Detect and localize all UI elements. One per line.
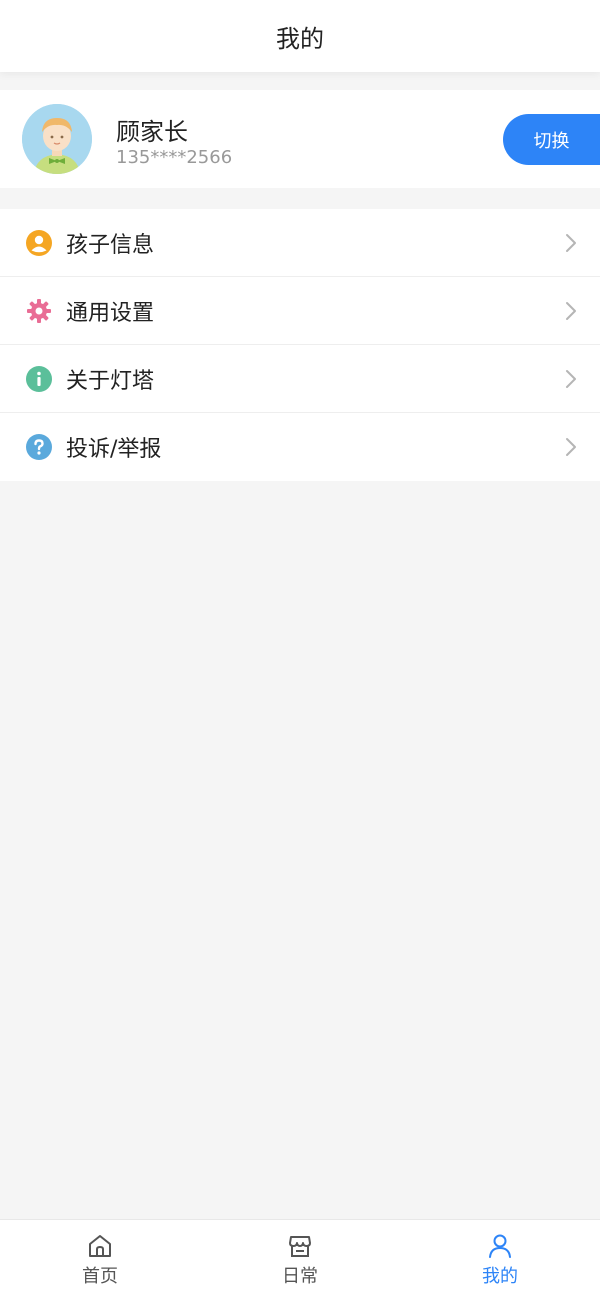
question-icon: [26, 434, 52, 460]
tab-mine[interactable]: 我的: [400, 1220, 600, 1299]
chevron-right-icon: [566, 438, 576, 456]
user-card: 顾家长 135****2566 切换: [0, 90, 600, 188]
tab-label: 日常: [282, 1265, 318, 1287]
child-avatar-icon: [22, 104, 92, 174]
user-phone: 135****2566: [116, 147, 233, 168]
page-title: 我的: [276, 24, 324, 53]
tab-daily[interactable]: 日常: [200, 1220, 400, 1299]
store-icon: [289, 1235, 311, 1257]
app-root: 我的 顾家长 135****2566 切换 孩子信息 通用设置 关于灯塔 投诉/…: [0, 0, 600, 1299]
bottom-tab-bar: 首页 日常 我的: [0, 1219, 600, 1299]
user-circle-icon: [26, 229, 52, 256]
tab-label: 我的: [482, 1265, 518, 1287]
menu-item-label: 通用设置: [66, 300, 155, 326]
settings-menu: 孩子信息 通用设置 关于灯塔 投诉/举报: [0, 209, 600, 481]
menu-item-child-info[interactable]: 孩子信息: [0, 209, 600, 277]
avatar[interactable]: [22, 104, 92, 174]
menu-item-complaint[interactable]: 投诉/举报: [0, 413, 600, 481]
tab-label: 首页: [82, 1265, 118, 1287]
gear-icon: [27, 298, 51, 323]
top-bar: 我的: [0, 0, 600, 72]
menu-item-label: 关于灯塔: [66, 368, 155, 394]
chevron-right-icon: [566, 301, 576, 320]
menu-item-general-settings[interactable]: 通用设置: [0, 277, 600, 345]
home-icon: [89, 1234, 111, 1257]
info-icon: [26, 365, 52, 392]
menu-item-label: 投诉/举报: [66, 437, 162, 462]
tab-home[interactable]: 首页: [0, 1220, 200, 1299]
switch-account-button[interactable]: 切换: [503, 114, 600, 165]
person-icon: [489, 1234, 511, 1258]
user-name: 顾家长: [116, 118, 188, 146]
menu-item-label: 孩子信息: [66, 232, 155, 258]
menu-item-about[interactable]: 关于灯塔: [0, 345, 600, 413]
chevron-right-icon: [566, 233, 576, 252]
chevron-right-icon: [566, 369, 576, 388]
